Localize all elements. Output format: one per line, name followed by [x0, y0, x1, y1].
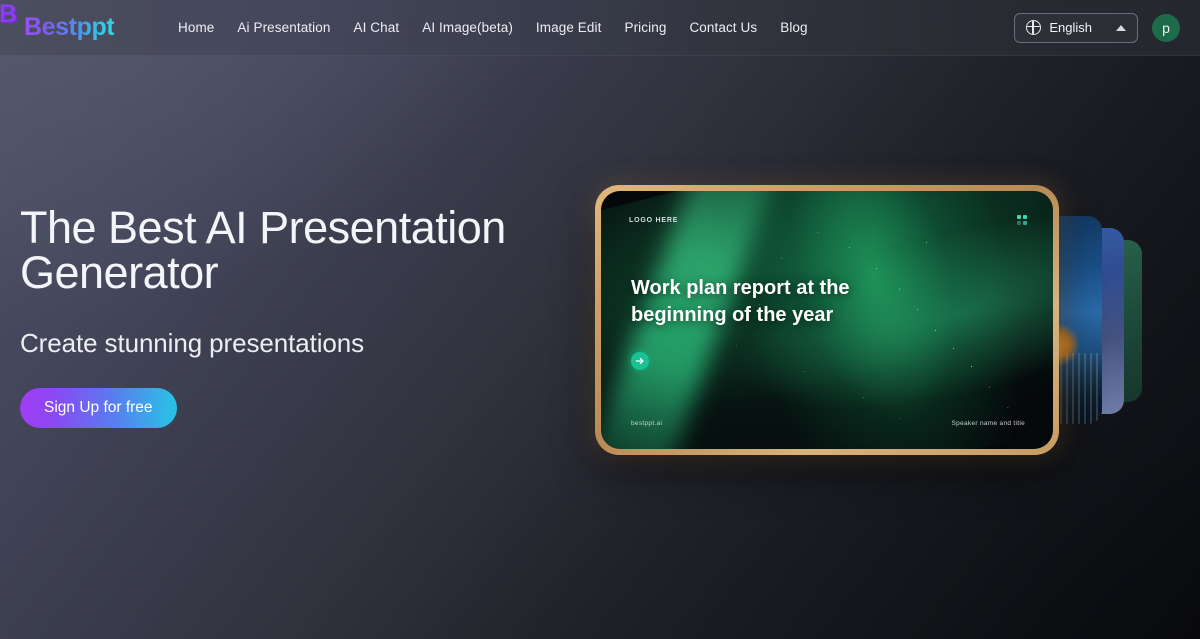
site-header: Bestppt B Home Ai Presentation AI Chat A…: [0, 0, 1200, 56]
nav-item-ai-image[interactable]: AI Image(beta): [422, 20, 513, 35]
slide-preview: LOGO HERE Work plan report at the beginn…: [601, 191, 1053, 449]
nav-item-image-edit[interactable]: Image Edit: [536, 20, 602, 35]
avatar-initial: p: [1162, 19, 1170, 36]
hero-subtitle: Create stunning presentations: [20, 328, 364, 358]
hero-content: The Best AI Presentation Generator Creat…: [20, 205, 550, 428]
slide-footer-left: bestppt.ai: [631, 420, 663, 427]
nav-item-home[interactable]: Home: [178, 20, 214, 35]
landing-page: Bestppt B Home Ai Presentation AI Chat A…: [0, 0, 1200, 639]
logo[interactable]: Bestppt B: [0, 0, 136, 42]
slide-title: Work plan report at the beginning of the…: [631, 277, 850, 326]
sign-up-button[interactable]: Sign Up for free: [20, 388, 177, 428]
main-nav: Home Ai Presentation AI Chat AI Image(be…: [178, 20, 808, 35]
nav-item-pricing[interactable]: Pricing: [624, 20, 666, 35]
header-right: English p: [1014, 12, 1180, 43]
chevron-up-icon: [1116, 24, 1126, 31]
logo-text: Bestppt: [24, 13, 115, 41]
slide-footer-right: Speaker name and title: [951, 420, 1025, 427]
nav-item-contact-us[interactable]: Contact Us: [689, 20, 757, 35]
logo-letter-b: B: [0, 0, 18, 28]
slide-logo-placeholder: LOGO HERE: [629, 217, 679, 224]
language-selector[interactable]: English: [1014, 12, 1138, 43]
page-title: The Best AI Presentation Generator: [20, 202, 506, 298]
slide-preview-frame[interactable]: LOGO HERE Work plan report at the beginn…: [595, 185, 1059, 455]
nav-item-blog[interactable]: Blog: [780, 20, 807, 35]
avatar[interactable]: p: [1152, 13, 1180, 42]
decorative-dots-icon: [1017, 215, 1027, 225]
language-value: English: [1049, 20, 1092, 35]
nav-item-ai-presentation[interactable]: Ai Presentation: [237, 20, 330, 35]
arrow-right-icon[interactable]: [631, 352, 649, 370]
globe-icon: [1026, 20, 1042, 35]
nav-item-ai-chat[interactable]: AI Chat: [353, 20, 399, 35]
